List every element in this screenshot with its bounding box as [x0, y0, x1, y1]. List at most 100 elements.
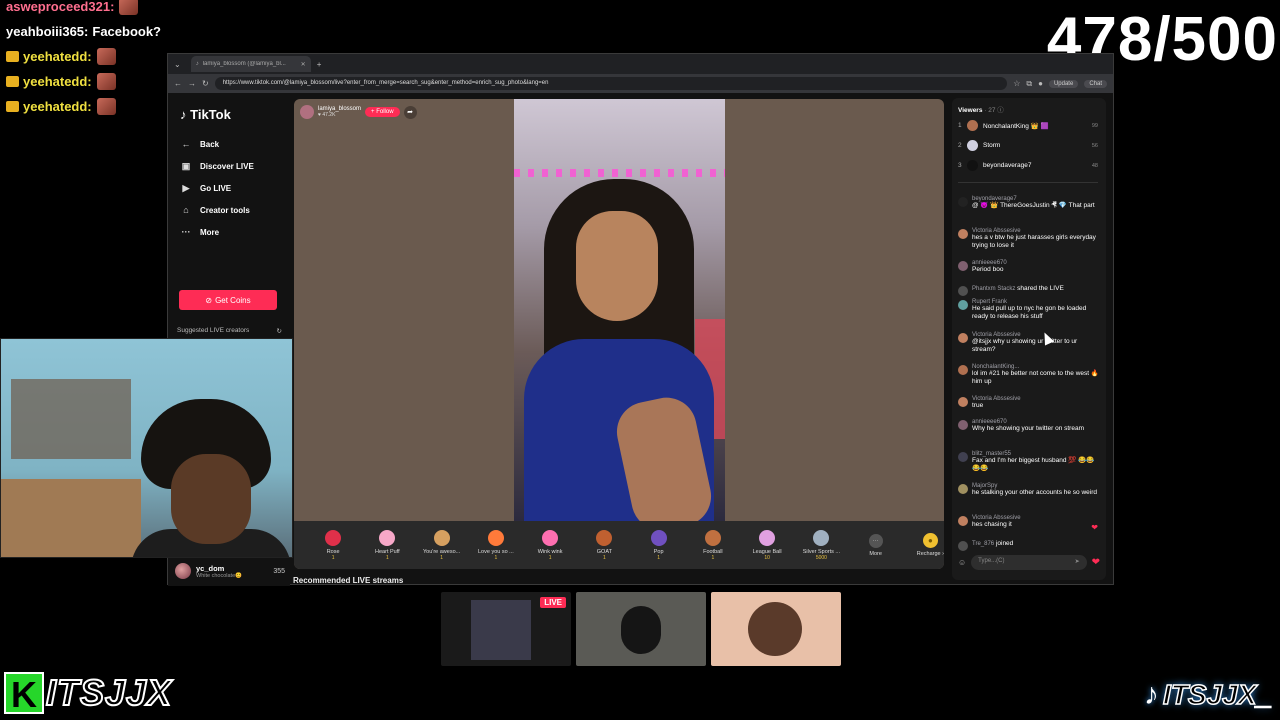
chat-text: hes chasing it: [972, 521, 1012, 528]
gift-icon: [813, 529, 830, 546]
forward-icon[interactable]: →: [188, 79, 196, 88]
viewers-header: Viewers · 27 ⓘ: [958, 107, 1004, 114]
kick-logo: K: [4, 672, 44, 715]
send-icon[interactable]: ➤: [1075, 558, 1080, 567]
tab-bar: ⌄ ♪ lamiya_blossom (@lamiya_bl... ✕ +: [168, 54, 1113, 74]
chat-button[interactable]: Chat: [1084, 79, 1107, 88]
sidebar-item-back[interactable]: ← Back: [180, 133, 254, 155]
chat-username[interactable]: Tre_876: [972, 541, 994, 547]
chat-message[interactable]: beyondaverage7 @ 😈 👑 ThereGoesJustin 🤻 💎 …: [958, 196, 1100, 210]
chat-message[interactable]: MajorSpy he stalking your other accounts …: [958, 483, 1100, 497]
subscriber-badge-icon: [6, 76, 19, 87]
gift-item[interactable]: Silver Sports ... 5000: [794, 529, 848, 561]
share-icon[interactable]: ➦: [403, 105, 417, 119]
host-avatar[interactable]: [300, 105, 314, 119]
chat-message[interactable]: Rupert Frank He said pull up to nyc he go…: [958, 299, 1100, 321]
gift-item[interactable]: League Ball 10: [740, 529, 794, 561]
extensions-icon[interactable]: ⧉: [1026, 79, 1032, 89]
reload-icon[interactable]: ↻: [202, 79, 209, 88]
chat-message[interactable]: blitz_master55 Fax and I'm her biggest hu…: [958, 451, 1100, 473]
viewer-name: NonchalantKing 👑 🟪: [983, 122, 1049, 130]
live-thumbnail[interactable]: [576, 592, 706, 666]
channel-logo-right: ♪ ITSJJX_: [1144, 678, 1273, 711]
gift-item[interactable]: Love you so ... 1: [469, 529, 523, 561]
gift-item[interactable]: Pop 1: [632, 529, 686, 561]
get-coins-button[interactable]: ⊘ Get Coins: [179, 290, 277, 310]
avatar: [958, 365, 968, 375]
chat-username[interactable]: Phantxm Stackz: [972, 286, 1015, 292]
chat-message[interactable]: Tre_876 joined: [958, 540, 1100, 551]
suggested-creator[interactable]: yc_dom White chocolate😊 355: [168, 558, 293, 584]
couch: [1, 479, 141, 557]
avatar: [958, 541, 968, 551]
nav-icon: ⌂: [183, 205, 189, 215]
gift-price: 1: [548, 554, 552, 561]
more-icon: ···: [868, 533, 883, 548]
avatar: [967, 120, 978, 131]
more-gifts-button[interactable]: ··· More: [849, 533, 903, 557]
gift-item[interactable]: Wink wink 1: [523, 529, 577, 561]
nav-icon: ←: [181, 139, 191, 149]
sidebar-item-creator-tools[interactable]: ⌂ Creator tools: [180, 199, 254, 221]
gift-item[interactable]: GOAT 1: [577, 529, 631, 561]
tiktok-logo[interactable]: ♪ TikTok: [180, 107, 231, 122]
live-video[interactable]: [514, 99, 725, 521]
live-thumbnail[interactable]: LIVE: [441, 592, 571, 666]
recharge-button[interactable]: ● Recharge ›: [917, 533, 944, 557]
chat-message[interactable]: Phantxm Stackz shared the LIVE: [958, 285, 1100, 296]
channel-logo-left: K ITSJJX: [4, 671, 172, 715]
chat-text: Fax and I'm her biggest husband 💯 😂😂😂😂: [972, 457, 1095, 472]
chat-message[interactable]: annieeee670 Why he showing your twitter o…: [958, 419, 1100, 433]
chat-message[interactable]: Victoria Abssesive hes a v btw he just ha…: [958, 228, 1100, 250]
sidebar-item-label: Creator tools: [200, 205, 250, 215]
emote-icon: [119, 0, 139, 15]
sidebar-item-more[interactable]: ··· More: [180, 221, 254, 243]
nav-icon: ▣: [181, 160, 191, 171]
update-button[interactable]: Update: [1048, 79, 1079, 88]
info-icon[interactable]: ⓘ: [997, 107, 1004, 114]
gift-price: 1: [711, 554, 715, 561]
avatar: [958, 484, 968, 494]
chat-message[interactable]: annieeee670 Period boo: [958, 260, 1100, 274]
suggested-creators-header: Suggested LIVE creators ↻: [177, 327, 282, 335]
active-tab[interactable]: ♪ lamiya_blossom (@lamiya_bl... ✕: [190, 56, 311, 72]
follow-button[interactable]: + Follow: [365, 107, 400, 117]
chat-message[interactable]: NonchalantKing... lol im #21 he better no…: [958, 364, 1100, 386]
chat-message[interactable]: Victoria Abssesive hes chasing it ❤: [958, 515, 1100, 532]
viewer-score: 99: [1091, 122, 1098, 129]
gift-item[interactable]: Heart Puff 1: [360, 529, 414, 561]
chat-input[interactable]: Type...(C) ➤: [971, 555, 1087, 570]
nav-icon: ···: [181, 227, 191, 237]
gift-price: 5000: [815, 554, 827, 561]
chat-message[interactable]: Victoria Abssesive @itsjjx why u showing …: [958, 332, 1100, 354]
back-icon[interactable]: ←: [174, 79, 182, 88]
emoji-icon[interactable]: ☺: [958, 558, 966, 567]
gift-item[interactable]: Rose 1: [306, 529, 360, 561]
like-heart-button[interactable]: ❤: [1092, 557, 1100, 568]
sidebar-item-go-live[interactable]: ▶ Go LIVE: [180, 177, 254, 199]
streamer-face: [576, 211, 658, 321]
new-tab-icon[interactable]: +: [317, 60, 322, 69]
live-thumbnail[interactable]: [711, 592, 841, 666]
url-field[interactable]: https://www.tiktok.com/@lamiya_blossom/l…: [214, 77, 1008, 90]
sidebar-item-discover-live[interactable]: ▣ Discover LIVE: [180, 155, 254, 177]
refresh-icon[interactable]: ↻: [277, 327, 282, 335]
profile-icon[interactable]: ●: [1038, 79, 1043, 88]
thumbnail-image: [748, 602, 802, 656]
chat-message[interactable]: Victoria Abssesive true: [958, 396, 1100, 410]
top-viewer[interactable]: 3 beyondaverage7 48: [958, 160, 1098, 171]
bookmark-star-icon[interactable]: ☆: [1013, 79, 1020, 88]
gift-price: 1: [385, 554, 389, 561]
tab-list-icon[interactable]: ⌄: [174, 60, 181, 69]
top-viewer[interactable]: 2 Storm 56: [958, 140, 1098, 151]
viewer-name: beyondaverage7: [983, 162, 1032, 169]
chat-username: asweproceed321:: [6, 0, 115, 14]
close-tab-icon[interactable]: ✕: [301, 61, 306, 68]
gift-item[interactable]: You're aweso... 1: [415, 529, 469, 561]
live-stream-stage: lamiya_blossom ♥ 47.2K + Follow ➦ Rose 1 H…: [294, 99, 944, 569]
top-viewer[interactable]: 1 NonchalantKing 👑 🟪 99: [958, 120, 1098, 131]
thumbnail-image: [621, 606, 661, 654]
gift-item[interactable]: Football 1: [686, 529, 740, 561]
emote-icon: [96, 73, 116, 90]
tiktok-note-icon: ♪: [180, 107, 187, 122]
